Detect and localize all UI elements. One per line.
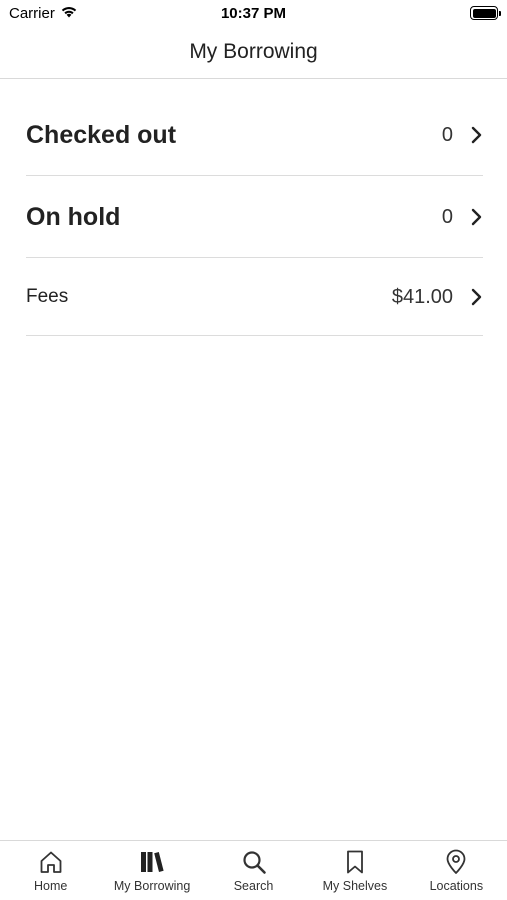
checked-out-label: Checked out [26,121,177,149]
tab-home[interactable]: Home [0,841,101,900]
tab-search[interactable]: Search [203,841,304,900]
tab-locations-label: Locations [429,879,484,893]
tab-my-borrowing-label: My Borrowing [113,879,191,893]
fees-row[interactable]: Fees $41.00 [26,258,483,336]
navigation-bar: My Borrowing [0,28,507,79]
tab-my-shelves[interactable]: My Shelves [304,841,405,900]
on-hold-row[interactable]: On hold 0 [26,176,483,258]
home-icon [40,851,62,873]
page-title: My Borrowing [189,40,318,63]
tab-locations[interactable]: Locations [406,841,507,900]
fees-amount: $41.00 [391,286,453,308]
chevron-right-icon [471,208,482,226]
on-hold-label: On hold [26,203,121,231]
my-borrowing-screen: Carrier 10:37 PM My Borrowing Checked ou… [0,0,507,900]
borrowing-list: Checked out 0 On hold 0 Fees $41.00 [26,94,483,336]
bookmark-icon [347,850,363,874]
battery-level [472,8,496,18]
tab-bar: Home My Borrowing Search My Shelves Loca… [0,840,507,900]
tab-search-label: Search [233,879,274,893]
chevron-right-icon [471,288,482,306]
on-hold-count: 0 [441,206,453,228]
battery-icon [470,6,501,20]
chevron-right-icon [471,126,482,144]
checked-out-count: 0 [441,124,453,146]
checked-out-row[interactable]: Checked out 0 [26,94,483,176]
tab-my-shelves-label: My Shelves [322,879,388,893]
search-icon [242,851,266,874]
books-icon [141,852,164,872]
status-time: 10:37 PM [220,5,287,22]
location-pin-icon [446,849,466,874]
tab-my-borrowing[interactable]: My Borrowing [101,841,202,900]
tab-home-label: Home [34,879,68,893]
fees-label: Fees [26,286,69,307]
status-bar: Carrier 10:37 PM [0,0,507,28]
